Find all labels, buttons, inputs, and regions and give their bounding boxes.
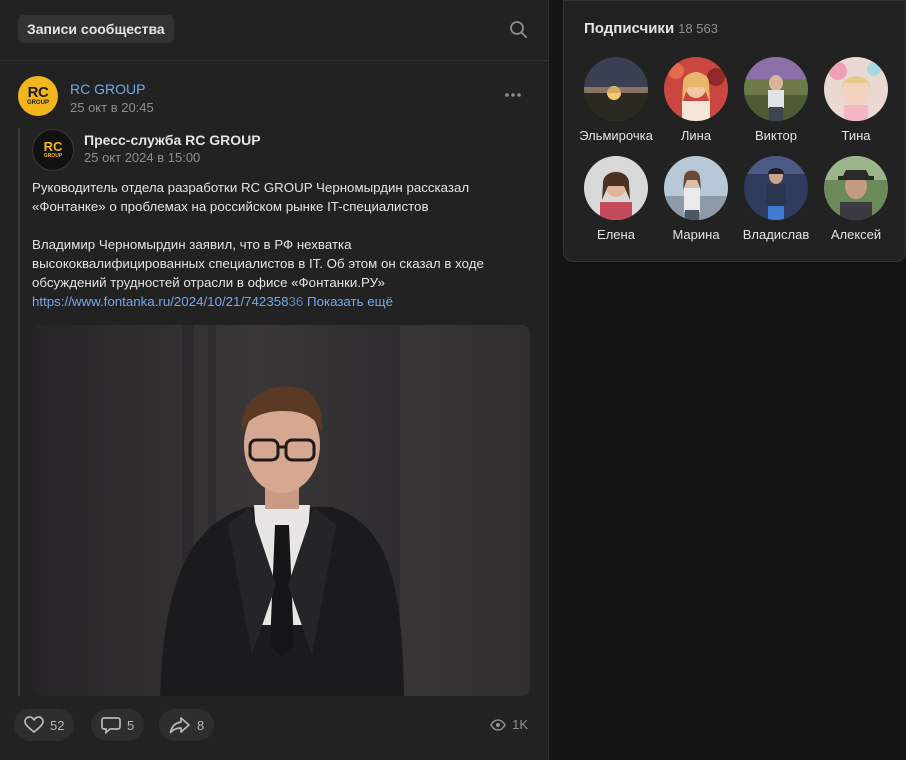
community-posts-panel: Записи сообщества RC GROUP RC GROUP 25 о… <box>0 0 549 760</box>
like-count: 52 <box>50 717 65 733</box>
share-arrow-icon <box>169 717 190 734</box>
repost-header: RC GROUP Пресс-служба RC GROUP 25 окт 20… <box>32 128 512 171</box>
tab-community-posts[interactable]: Записи сообщества <box>18 15 174 43</box>
subscriber-item[interactable]: Владислав <box>736 156 816 242</box>
post-text-line: «Фонтанке» о проблемах на российском рын… <box>32 199 429 214</box>
share-button[interactable]: 8 <box>159 709 215 741</box>
post-text-line: Владимир Черномырдин заявил, что в РФ не… <box>32 237 352 252</box>
subscriber-name: Эльмирочка <box>579 128 653 143</box>
subscriber-avatar <box>744 156 808 220</box>
reposted-content: RC GROUP Пресс-служба RC GROUP 25 окт 20… <box>18 128 532 696</box>
subscribers-count: 18 563 <box>678 21 718 36</box>
subscriber-name: Владислав <box>742 227 810 242</box>
post-header: RC GROUP RC GROUP 25 окт в 20:45 <box>18 76 528 120</box>
heart-icon <box>24 716 44 734</box>
repost-avatar-logo-subtext: GROUP <box>43 153 63 159</box>
avatar-logo-text: RC <box>27 83 49 101</box>
subscriber-name: Виктор <box>754 128 798 143</box>
show-more-link[interactable]: Показать ещё <box>307 294 393 309</box>
post-author-name[interactable]: RC GROUP <box>70 81 145 97</box>
repost-date[interactable]: 25 окт 2024 в 15:00 <box>84 150 200 165</box>
post-text-line: Руководитель отдела разработки RC GROUP … <box>32 180 470 195</box>
subscriber-name: Алексей <box>830 227 882 242</box>
subscribers-title-text: Подписчики <box>584 20 675 37</box>
more-options-icon[interactable] <box>503 86 523 104</box>
post-text: Руководитель отдела разработки RC GROUP … <box>32 178 512 311</box>
post-actions: 52 5 8 1K <box>14 709 534 741</box>
subscriber-avatar <box>744 57 808 121</box>
subscriber-avatar <box>824 57 888 121</box>
subscribers-title[interactable]: Подписчики 18 563 <box>584 20 718 37</box>
repost-author-avatar[interactable]: RC GROUP <box>32 129 74 171</box>
post-text-line: обсуждений трудностей отрасли в офисе «Ф… <box>32 275 385 290</box>
subscriber-item[interactable]: Елена <box>576 156 656 242</box>
post-photo[interactable] <box>32 325 530 696</box>
subscriber-avatar <box>584 156 648 220</box>
avatar-logo-subtext: GROUP <box>26 99 49 106</box>
share-count: 8 <box>197 717 205 733</box>
subscriber-avatar <box>824 156 888 220</box>
subscriber-item[interactable]: Эльмирочка <box>576 57 656 143</box>
subscriber-avatar <box>584 57 648 121</box>
repost-author-name[interactable]: Пресс-служба RC GROUP <box>84 132 261 148</box>
search-icon[interactable] <box>508 19 530 41</box>
subscriber-name: Марина <box>672 227 720 242</box>
community-avatar[interactable]: RC GROUP <box>18 76 58 116</box>
subscriber-item[interactable]: Алексей <box>816 156 896 242</box>
like-button[interactable]: 52 <box>14 709 75 741</box>
views-counter: 1K <box>490 717 528 732</box>
comment-button[interactable]: 5 <box>91 709 145 741</box>
comment-count: 5 <box>127 717 135 733</box>
subscriber-avatar <box>664 57 728 121</box>
post-text-line: высококвалифицированных специалистов в I… <box>32 256 484 271</box>
post-link-line: https://www.fontanka.ru/2024/10/21/74235… <box>32 292 512 311</box>
post-link[interactable]: https://www.fontanka.ru/2024/10/21/74235… <box>32 294 289 309</box>
subscriber-item[interactable]: Лина <box>656 57 736 143</box>
subscriber-name: Лина <box>680 128 712 143</box>
comment-icon <box>101 717 121 734</box>
feed-header: Записи сообщества <box>0 0 548 61</box>
eye-icon <box>490 718 506 731</box>
repost-avatar-logo-text: RC <box>43 139 63 154</box>
post-date[interactable]: 25 окт в 20:45 <box>70 100 154 115</box>
subscriber-avatar <box>664 156 728 220</box>
subscriber-name: Тина <box>841 128 871 143</box>
subscriber-name: Елена <box>597 227 635 242</box>
subscriber-item[interactable]: Тина <box>816 57 896 143</box>
subscriber-item[interactable]: Виктор <box>736 57 816 143</box>
post-link-fade[interactable]: 36 <box>289 294 304 309</box>
subscriber-item[interactable]: Марина <box>656 156 736 242</box>
views-count: 1K <box>512 717 528 732</box>
subscribers-widget: Подписчики 18 563 Эльмирочка Лина Виктор … <box>563 0 906 262</box>
